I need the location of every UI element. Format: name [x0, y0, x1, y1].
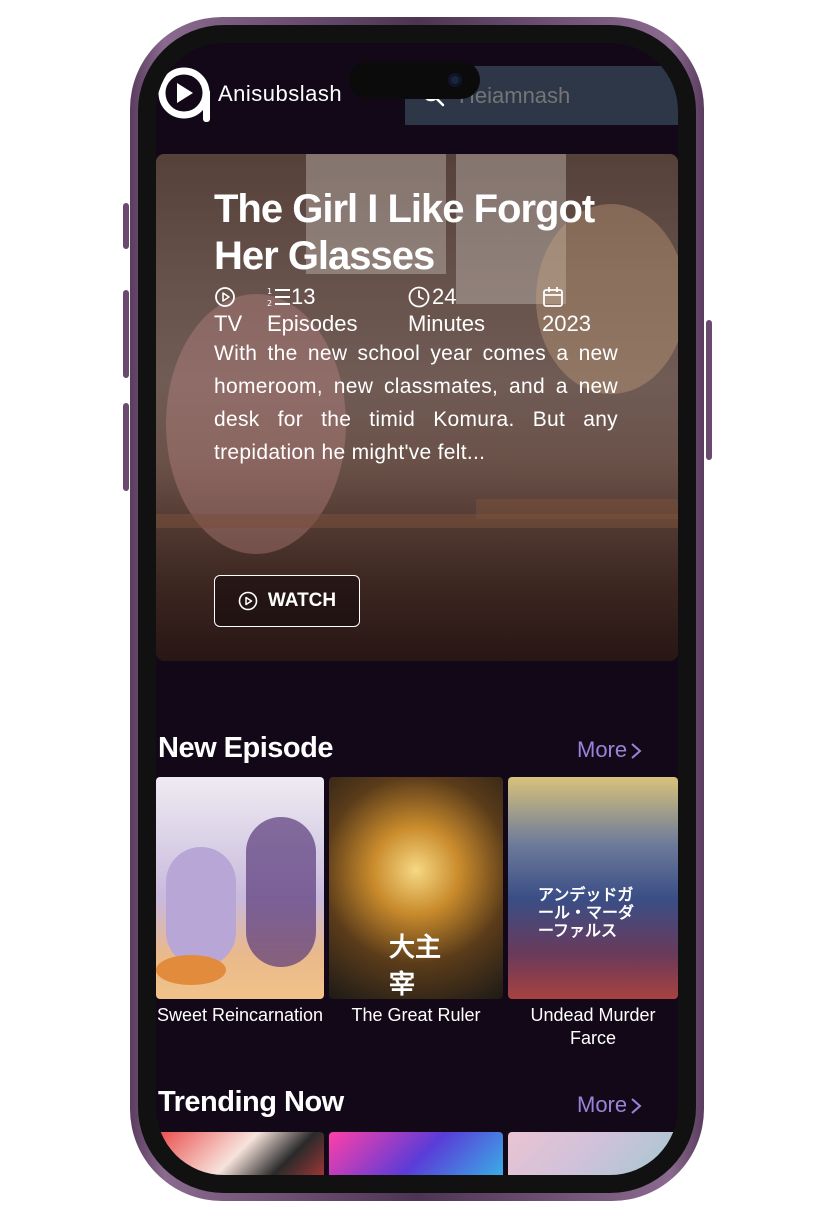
more-label: More [577, 1092, 628, 1117]
hero-type-label: TV [214, 311, 243, 336]
chevron-right-icon [631, 743, 642, 759]
anime-card[interactable]: Sweet Reincarnation [156, 777, 324, 1027]
volume-down-button [123, 403, 129, 491]
trending-poster[interactable] [508, 1132, 678, 1175]
hero-year-label: 2023 [542, 311, 591, 336]
anime-poster[interactable] [156, 777, 324, 999]
hero-duration-label: Minutes [408, 311, 486, 336]
app-name[interactable]: Anisubslash [218, 81, 342, 107]
hero-episodes-label: Episodes [267, 311, 358, 336]
camera-icon [448, 73, 462, 87]
new-episode-more-link[interactable]: More [577, 737, 643, 763]
anime-title[interactable]: Undead Murder Farce [508, 1004, 678, 1050]
svg-text:2: 2 [267, 299, 272, 308]
anime-title[interactable]: The Great Ruler [329, 1004, 503, 1027]
anime-card[interactable]: アンデッドガール・マーダーファルス Undead Murder Farce [508, 777, 678, 1050]
more-label: More [577, 737, 628, 762]
trending-poster[interactable] [156, 1132, 324, 1175]
anime-title[interactable]: Sweet Reincarnation [156, 1004, 324, 1027]
trending-poster[interactable] [329, 1132, 503, 1175]
watch-button[interactable]: WATCH [214, 575, 360, 627]
calendar-icon [543, 287, 563, 307]
watch-button-label: WATCH [267, 590, 337, 611]
anime-poster[interactable]: アンデッドガール・マーダーファルス [508, 777, 678, 999]
hero-type: TV [214, 283, 242, 337]
search-input[interactable] [457, 80, 678, 112]
numbered-list-icon: 1 2 [267, 287, 290, 308]
trending-heading: Trending Now [158, 1086, 344, 1118]
app-screen: Anisubslash The Girl I Like Forgot Her G… [156, 43, 678, 1175]
hero-description: With the new school year comes a new hom… [214, 342, 618, 464]
hero-title[interactable]: The Girl I Like Forgot Her Glasses [214, 186, 634, 280]
chevron-right-icon [631, 1098, 642, 1114]
play-circle-icon [238, 591, 258, 611]
anime-poster[interactable]: 大主宰 [329, 777, 503, 999]
hero-episodes-count: 13 [291, 284, 316, 309]
hero-year: 2023 [542, 283, 591, 337]
dynamic-island [349, 61, 480, 99]
silent-switch [123, 203, 129, 249]
volume-up-button [123, 290, 129, 378]
app-logo-icon[interactable] [156, 63, 214, 125]
trending-more-link[interactable]: More [577, 1092, 643, 1118]
new-episode-heading: New Episode [158, 732, 334, 764]
hero-bg-desk [476, 499, 678, 519]
power-button [706, 320, 712, 460]
anime-card[interactable]: 大主宰 The Great Ruler [329, 777, 503, 1027]
hero-duration: 24 Minutes [408, 283, 485, 337]
svg-text:1: 1 [267, 287, 272, 296]
hero-episodes: 1 2 13 Episodes [267, 283, 358, 337]
hero-duration-value: 24 [432, 284, 457, 309]
play-circle-icon [215, 287, 235, 307]
hero-banner[interactable]: The Girl I Like Forgot Her Glasses TV 1 … [156, 154, 678, 661]
clock-icon [408, 286, 430, 308]
